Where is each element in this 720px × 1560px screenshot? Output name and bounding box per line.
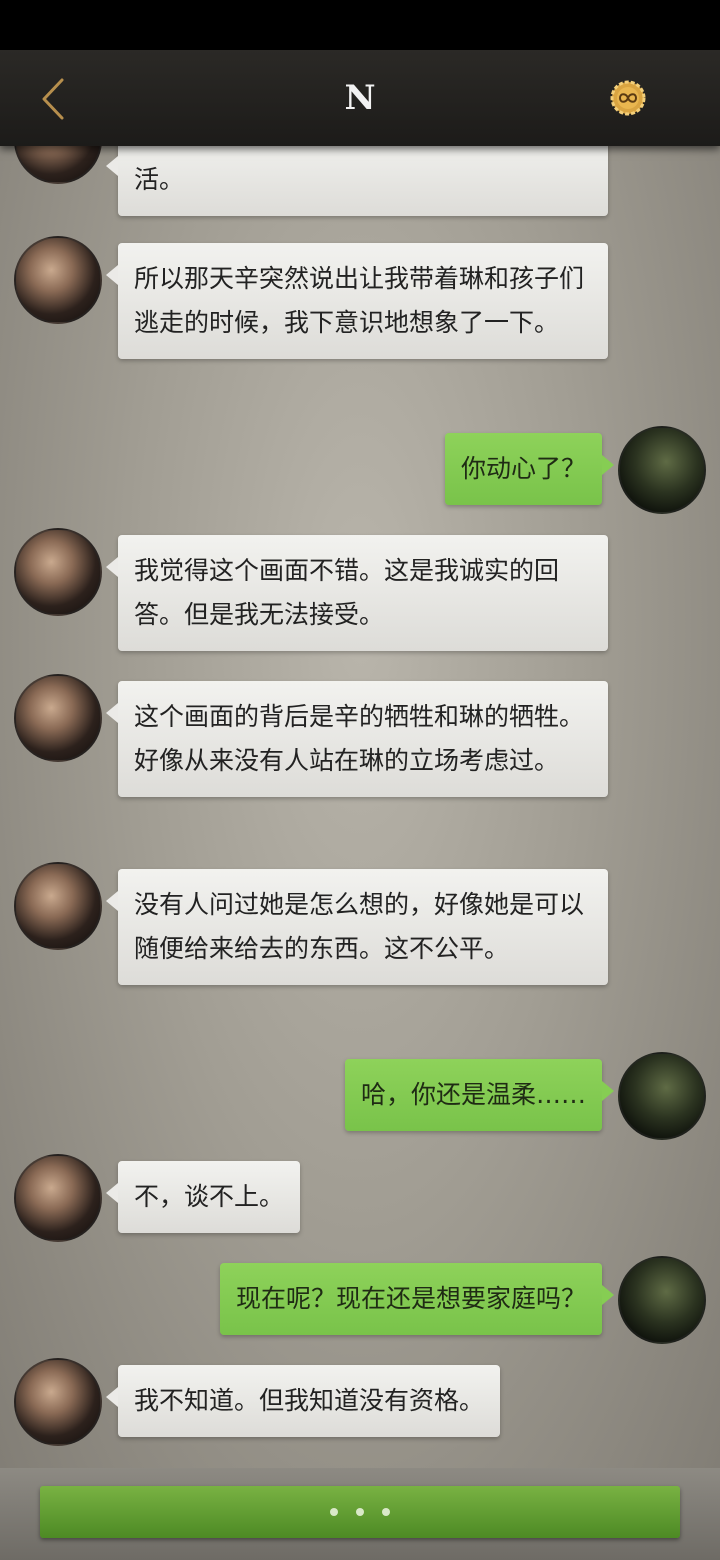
avatar[interactable]: [14, 146, 102, 184]
message-bubble: 哈，你还是温柔……: [344, 1059, 615, 1131]
avatar[interactable]: [14, 1154, 102, 1242]
message-bubble: 我觉得这个画面不错。这是我诚实的回答。但是我无法接受。: [106, 535, 608, 651]
message-text: 没有人问过她是怎么想的，好像她是可以随便给来给去的东西。这不公平。: [134, 890, 585, 963]
status-bar: [0, 0, 720, 50]
nav-bar: N: [0, 50, 720, 146]
avatar[interactable]: [14, 236, 102, 324]
message-text: 哈，你还是温柔……: [360, 1080, 586, 1109]
avatar[interactable]: [618, 426, 706, 514]
avatar[interactable]: [14, 674, 102, 762]
avatar[interactable]: [618, 1052, 706, 1140]
message-bubble: 所以那天辛突然说出让我带着琳和孩子们逃走的时候，我下意识地想象了一下。: [106, 243, 608, 359]
message-bubble: 我不知道。但我知道没有资格。: [105, 1365, 501, 1437]
message-bubble: 现在呢？现在还是想要家庭吗？: [219, 1263, 615, 1335]
message-bubble: 没有人问过她是怎么想的，好像她是可以随便给来给去的东西。这不公平。: [106, 869, 608, 985]
message-text: 现在呢？现在还是想要家庭吗？: [235, 1284, 586, 1313]
badge-button[interactable]: [608, 78, 648, 118]
page-title: N: [344, 78, 376, 118]
message-text: 不，谈不上。: [134, 1182, 285, 1211]
message-bubble: 你动心了？: [444, 433, 615, 505]
chat-area[interactable]: 活。 所以那天辛突然说出让我带着琳和孩子们逃走的时候，我下意识地想象了一下。 你…: [0, 146, 720, 1468]
message-bubble: 活。: [106, 146, 608, 216]
infinity-gold-icon: [610, 80, 646, 116]
avatar[interactable]: [618, 1256, 706, 1344]
continue-button[interactable]: [40, 1486, 680, 1538]
typing-dots-icon: [330, 1508, 338, 1516]
avatar[interactable]: [14, 1358, 102, 1446]
back-button[interactable]: [30, 72, 80, 126]
message-text: 你动心了？: [460, 454, 586, 483]
typing-dots-icon: [356, 1508, 364, 1516]
avatar[interactable]: [14, 862, 102, 950]
typing-dots-icon: [382, 1508, 390, 1516]
bottom-panel: [0, 1468, 720, 1560]
message-bubble: 不，谈不上。: [105, 1161, 301, 1233]
chevron-left-icon: [42, 78, 64, 120]
avatar[interactable]: [14, 528, 102, 616]
message-bubble: 这个画面的背后是辛的牺牲和琳的牺牲。好像从来没有人站在琳的立场考虑过。: [106, 681, 608, 797]
message-text: 所以那天辛突然说出让我带着琳和孩子们逃走的时候，我下意识地想象了一下。: [134, 264, 585, 337]
message-text: 这个画面的背后是辛的牺牲和琳的牺牲。好像从来没有人站在琳的立场考虑过。: [134, 702, 585, 775]
message-text: 我不知道。但我知道没有资格。: [134, 1386, 485, 1415]
message-text: 我觉得这个画面不错。这是我诚实的回答。但是我无法接受。: [134, 556, 560, 629]
message-text: 活。: [134, 165, 185, 194]
